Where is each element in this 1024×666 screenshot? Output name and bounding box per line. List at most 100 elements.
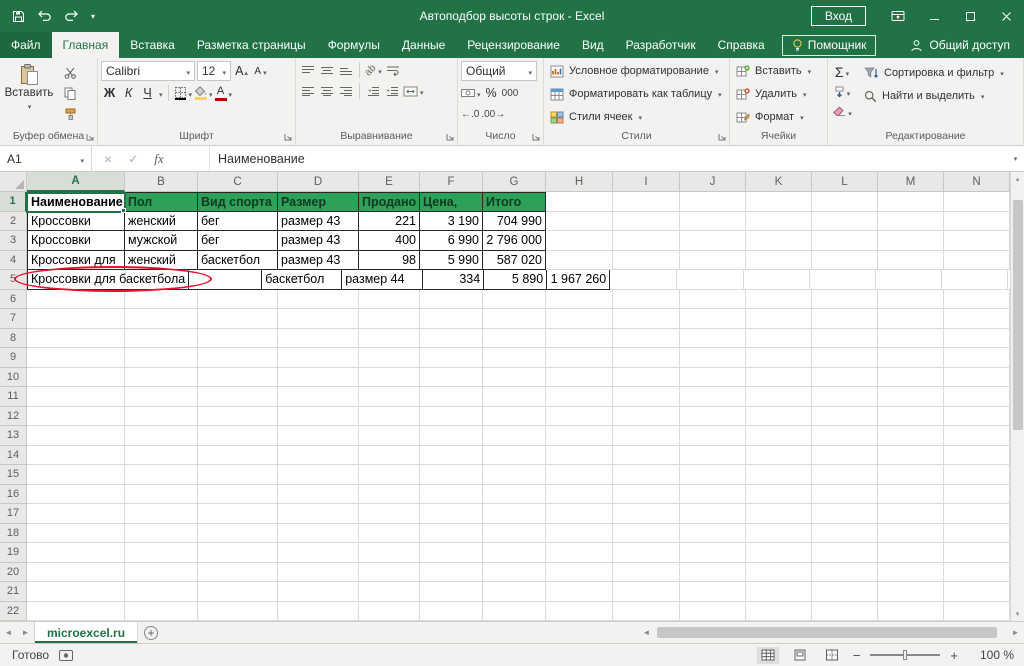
cell-K1[interactable] [746, 192, 812, 212]
cell-I22[interactable] [613, 601, 680, 621]
number-dialog-launcher[interactable] [531, 132, 541, 142]
row-header-18[interactable]: 18 [0, 523, 27, 543]
cell-N13[interactable] [944, 426, 1010, 446]
cell-L21[interactable] [812, 582, 878, 602]
col-header-N[interactable]: N [944, 172, 1010, 192]
cell-L2[interactable] [812, 211, 878, 231]
cell-M16[interactable] [878, 484, 944, 504]
cell-H11[interactable] [546, 387, 613, 407]
cell-I20[interactable] [613, 562, 680, 582]
cell-B15[interactable] [125, 465, 198, 485]
col-header-E[interactable]: E [359, 172, 420, 192]
fill-handle[interactable] [121, 208, 126, 213]
tab-вставка[interactable]: Вставка [119, 32, 186, 58]
cell-F14[interactable] [420, 445, 483, 465]
cell-J3[interactable] [680, 231, 746, 251]
font-name-select[interactable]: Calibri [101, 61, 195, 81]
hscroll-right-icon[interactable] [1007, 622, 1024, 643]
cell-L4[interactable] [812, 250, 878, 270]
cell-G9[interactable] [483, 348, 546, 368]
accounting-format-button[interactable] [461, 84, 481, 102]
cell-G17[interactable] [483, 504, 546, 524]
cell-M19[interactable] [878, 543, 944, 563]
cell-F13[interactable] [420, 426, 483, 446]
cell-J11[interactable] [680, 387, 746, 407]
page-layout-view-button[interactable] [789, 647, 811, 664]
cell-D13[interactable] [278, 426, 359, 446]
clipboard-dialog-launcher[interactable] [85, 132, 95, 142]
cell-H17[interactable] [546, 504, 613, 524]
cell-L3[interactable] [812, 231, 878, 251]
cell-J5[interactable] [744, 270, 811, 290]
font-color-button[interactable]: А [214, 84, 233, 102]
alignment-dialog-launcher[interactable] [445, 132, 455, 142]
cell-G14[interactable] [483, 445, 546, 465]
cell-N15[interactable] [944, 465, 1010, 485]
comma-style-button[interactable]: 000 [502, 84, 519, 102]
cell-I7[interactable] [613, 309, 680, 329]
redo-button[interactable] [64, 10, 79, 22]
sheet-tab[interactable]: microexcel.ru [34, 622, 139, 643]
add-sheet-button[interactable] [138, 622, 164, 643]
cell-H14[interactable] [546, 445, 613, 465]
col-header-I[interactable]: I [613, 172, 680, 192]
cell-K6[interactable] [746, 289, 812, 309]
orientation-button[interactable]: ab [363, 61, 382, 79]
row-header-3[interactable]: 3 [0, 231, 27, 251]
cell-C22[interactable] [198, 601, 278, 621]
cell-E15[interactable] [359, 465, 420, 485]
align-top-button[interactable] [299, 61, 316, 79]
cell-A4[interactable]: Кроссовки для [27, 250, 125, 270]
clear-button[interactable] [831, 103, 853, 120]
cell-B11[interactable] [125, 387, 198, 407]
cell-A11[interactable] [27, 387, 125, 407]
cell-M20[interactable] [878, 562, 944, 582]
cell-G10[interactable] [483, 367, 546, 387]
cell-H15[interactable] [546, 465, 613, 485]
col-header-B[interactable]: B [125, 172, 198, 192]
cell-A6[interactable] [27, 289, 125, 309]
cell-D15[interactable] [278, 465, 359, 485]
cell-A15[interactable] [27, 465, 125, 485]
confirm-entry-icon[interactable] [128, 152, 138, 166]
cell-B10[interactable] [125, 367, 198, 387]
cell-I2[interactable] [613, 211, 680, 231]
col-header-H[interactable]: H [546, 172, 613, 192]
cell-J14[interactable] [680, 445, 746, 465]
cell-F20[interactable] [420, 562, 483, 582]
fill-button[interactable] [831, 83, 853, 100]
col-header-C[interactable]: C [198, 172, 278, 192]
name-box[interactable]: A1 [0, 146, 92, 171]
cell-H22[interactable] [546, 601, 613, 621]
cell-E18[interactable] [359, 523, 420, 543]
cell-K8[interactable] [746, 328, 812, 348]
cell-C12[interactable] [198, 406, 278, 426]
cell-K11[interactable] [746, 387, 812, 407]
cell-M2[interactable] [878, 211, 944, 231]
cell-C18[interactable] [198, 523, 278, 543]
cell-H9[interactable] [546, 348, 613, 368]
cell-E14[interactable] [359, 445, 420, 465]
cell-I16[interactable] [613, 484, 680, 504]
row-header-12[interactable]: 12 [0, 406, 27, 426]
zoom-level[interactable]: 100 % [968, 648, 1014, 662]
cell-H16[interactable] [546, 484, 613, 504]
row-header-15[interactable]: 15 [0, 465, 27, 485]
macro-record-button[interactable] [59, 649, 74, 661]
cell-E9[interactable] [359, 348, 420, 368]
cell-D19[interactable] [278, 543, 359, 563]
cell-M7[interactable] [878, 309, 944, 329]
format-painter-button[interactable] [59, 106, 81, 123]
cell-N1[interactable] [944, 192, 1010, 212]
cell-K2[interactable] [746, 211, 812, 231]
cell-H3[interactable] [546, 231, 613, 251]
decrease-decimal-button[interactable]: .00→ [481, 105, 505, 123]
cell-M14[interactable] [878, 445, 944, 465]
merge-center-button[interactable] [403, 82, 424, 100]
cell-N2[interactable] [944, 211, 1010, 231]
cell-E6[interactable] [359, 289, 420, 309]
increase-decimal-button[interactable]: ←.0 [461, 105, 479, 123]
tab-данные[interactable]: Данные [391, 32, 456, 58]
bold-button[interactable]: Ж [101, 84, 118, 102]
align-bottom-button[interactable] [337, 61, 354, 79]
